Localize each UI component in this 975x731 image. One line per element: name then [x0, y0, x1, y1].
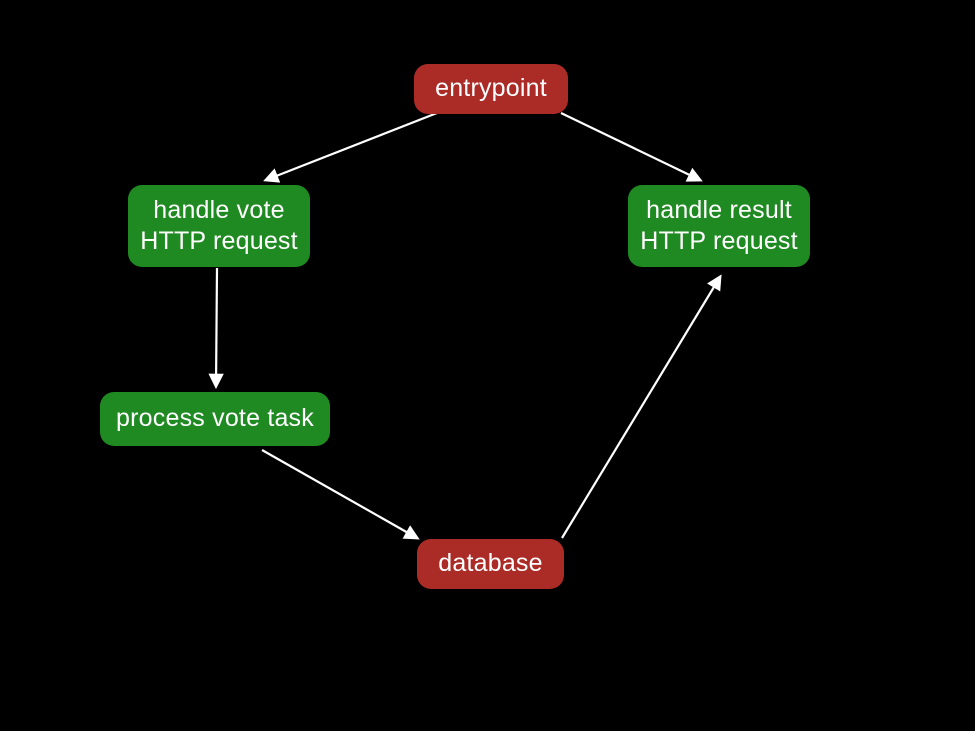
- arrow-vote-to-process: [216, 268, 217, 386]
- node-entrypoint: entrypoint: [414, 64, 568, 114]
- diagram-stage: entrypoint handle vote HTTP request hand…: [0, 0, 975, 731]
- node-handle-result: handle result HTTP request: [628, 185, 810, 267]
- arrow-db-to-result: [562, 277, 720, 538]
- arrow-process-to-db: [262, 450, 417, 538]
- arrow-entry-to-result: [561, 113, 700, 180]
- node-handle-vote: handle vote HTTP request: [128, 185, 310, 267]
- arrow-entry-to-vote: [266, 113, 437, 180]
- node-process-vote: process vote task: [100, 392, 330, 446]
- node-database: database: [417, 539, 564, 589]
